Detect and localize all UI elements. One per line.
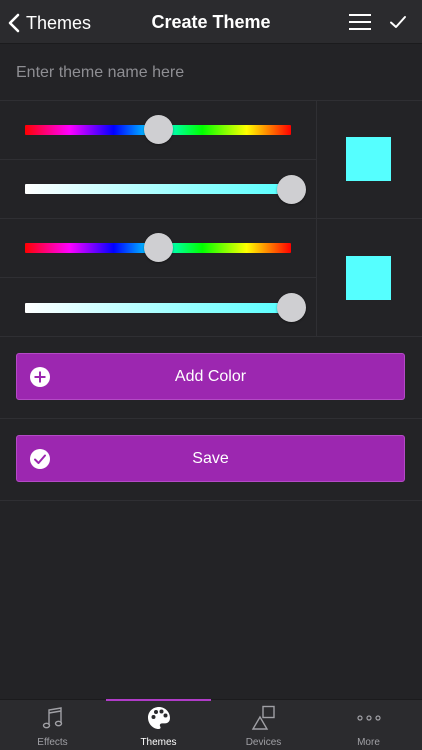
add-color-row: Add Color <box>0 337 422 419</box>
tab-label: Effects <box>37 737 68 748</box>
navigation-bar: Themes Create Theme <box>0 0 422 44</box>
tab-label: Themes <box>140 737 177 748</box>
saturation-slider-thumb[interactable] <box>276 293 306 322</box>
shapes-icon <box>251 705 275 730</box>
hue-slider-thumb[interactable] <box>143 115 173 144</box>
saturation-slider-track[interactable] <box>25 184 291 194</box>
tab-label: More <box>357 737 380 748</box>
tab-label: Devices <box>245 737 282 748</box>
checkmark-icon[interactable] <box>389 13 407 31</box>
saturation-slider-thumb[interactable] <box>276 175 306 204</box>
save-label: Save <box>192 450 229 467</box>
more-dots-icon <box>357 715 381 721</box>
palette-icon <box>148 707 170 729</box>
tab-themes[interactable]: Themes <box>106 700 211 750</box>
tab-more[interactable]: More <box>316 700 421 750</box>
theme-name-input[interactable] <box>16 58 406 88</box>
menu-icon[interactable] <box>348 13 372 31</box>
tab-bar: Effects Themes Devices More <box>0 699 422 750</box>
save-button[interactable]: Save <box>16 435 405 482</box>
back-label: Themes <box>26 12 92 33</box>
color-group-1 <box>0 101 422 219</box>
color-swatch[interactable] <box>346 137 391 181</box>
row-divider <box>0 277 316 278</box>
check-circle-icon <box>30 449 50 469</box>
back-button[interactable]: Themes <box>8 9 91 37</box>
add-color-label: Add Color <box>174 368 247 385</box>
column-divider <box>316 101 317 219</box>
chevron-left-icon <box>8 13 20 33</box>
row-divider <box>0 159 316 160</box>
add-color-button[interactable]: Add Color <box>16 353 405 400</box>
tab-devices[interactable]: Devices <box>211 700 316 750</box>
color-swatch[interactable] <box>346 256 391 300</box>
column-divider <box>316 219 317 337</box>
hue-slider-thumb[interactable] <box>143 233 173 262</box>
music-note-icon <box>42 707 63 729</box>
tab-effects[interactable]: Effects <box>0 700 105 750</box>
color-group-2 <box>0 219 422 337</box>
plus-circle-icon <box>30 367 50 387</box>
saturation-slider-track[interactable] <box>25 303 291 313</box>
theme-name-row <box>0 44 422 101</box>
save-row: Save <box>0 419 422 501</box>
